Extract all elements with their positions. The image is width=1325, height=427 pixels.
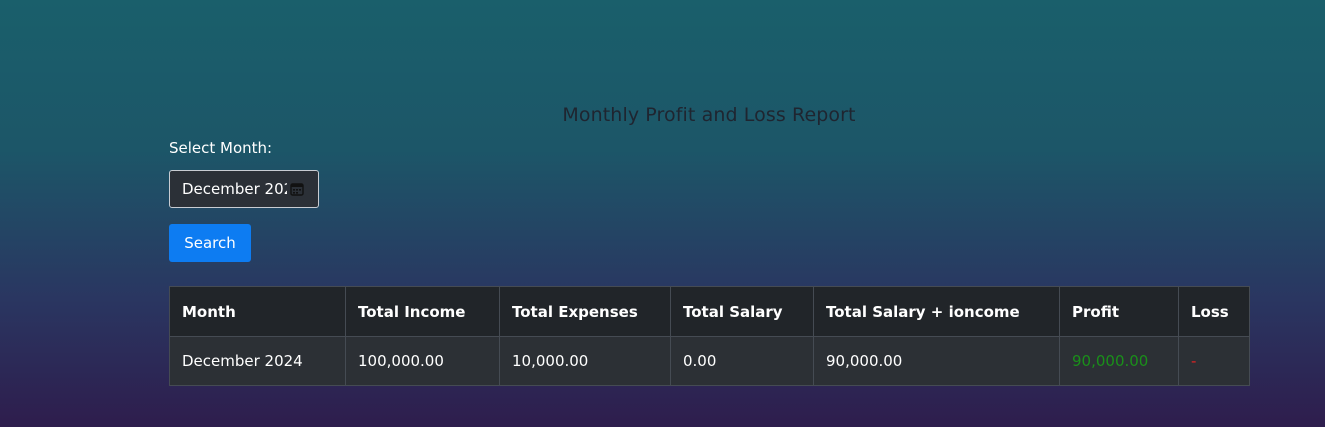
month-input-value: December 2024 — [182, 180, 287, 198]
header-profit: Profit — [1059, 286, 1179, 337]
header-total-salary: Total Salary — [670, 286, 814, 337]
table-row: December 2024 100,000.00 10,000.00 0.00 … — [169, 336, 1250, 386]
page-title: Monthly Profit and Loss Report — [562, 104, 856, 126]
cell-month: December 2024 — [169, 336, 346, 386]
header-total-salary-plus-income: Total Salary + ioncome — [813, 286, 1060, 337]
header-total-income: Total Income — [345, 286, 500, 337]
cell-total-expenses: 10,000.00 — [499, 336, 671, 386]
cell-profit: 90,000.00 — [1059, 336, 1179, 386]
month-input[interactable]: December 2024 — [169, 170, 319, 208]
header-loss: Loss — [1178, 286, 1250, 337]
cell-total-salary-plus-income: 90,000.00 — [813, 336, 1060, 386]
select-month-label: Select Month: — [169, 139, 273, 157]
cell-total-income: 100,000.00 — [345, 336, 500, 386]
cell-total-salary: 0.00 — [670, 336, 814, 386]
search-button[interactable]: Search — [169, 224, 251, 262]
table-header-row: Month Total Income Total Expenses Total … — [169, 286, 1250, 337]
calendar-icon[interactable] — [290, 182, 304, 196]
profit-loss-table: Month Total Income Total Expenses Total … — [169, 286, 1250, 386]
cell-loss: - — [1178, 336, 1250, 386]
header-total-expenses: Total Expenses — [499, 286, 671, 337]
header-month: Month — [169, 286, 346, 337]
